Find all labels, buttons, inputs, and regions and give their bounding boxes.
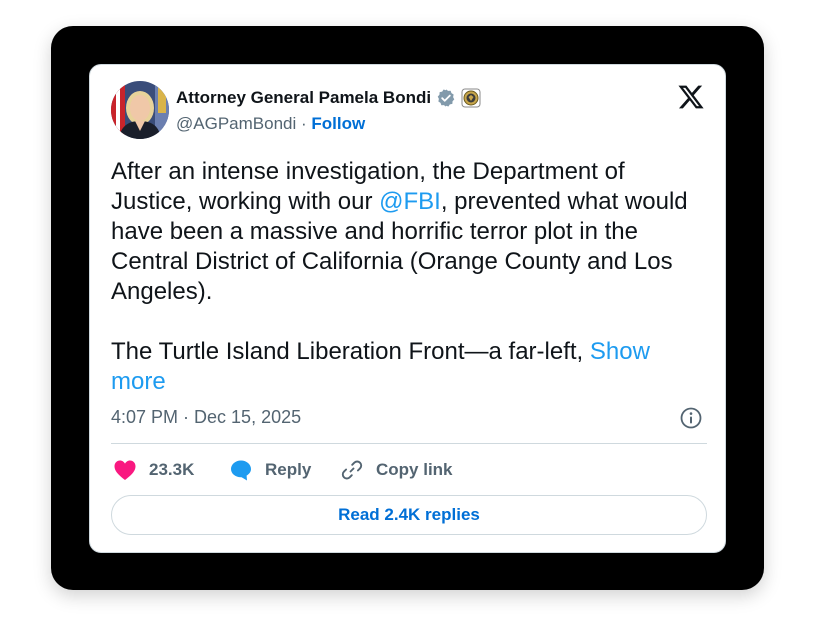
- avatar[interactable]: [111, 81, 169, 139]
- mention-link[interactable]: @FBI: [379, 188, 441, 215]
- doj-seal-icon: [461, 88, 481, 108]
- tweet-text: After an intense investigation, the Depa…: [111, 157, 711, 397]
- author-name[interactable]: Attorney General Pamela Bondi: [176, 88, 431, 108]
- reply-label: Reply: [265, 460, 312, 479]
- like-count: 23.3K: [149, 460, 195, 479]
- author-handle[interactable]: @AGPamBondi: [176, 114, 296, 133]
- handle-row: @AGPamBondi · Follow: [176, 114, 365, 134]
- heart-icon: [114, 460, 136, 480]
- follow-button[interactable]: Follow: [311, 114, 365, 133]
- separator-dot: ·: [301, 114, 307, 133]
- like-button[interactable]: 23.3K: [113, 457, 194, 483]
- reply-bubble-icon: [231, 460, 251, 481]
- copy-link-button[interactable]: Copy link: [340, 457, 453, 483]
- timestamp[interactable]: 4:07 PM · Dec 15, 2025: [111, 407, 301, 428]
- tweet-text-part-3: The Turtle Island Liberation Front—a far…: [111, 338, 590, 365]
- read-replies-button[interactable]: Read 2.4K replies: [111, 495, 707, 535]
- tweet-paragraph-2: The Turtle Island Liberation Front—a far…: [111, 337, 711, 397]
- verified-badge-icon: [436, 88, 456, 108]
- tweet-card: Attorney General Pamela Bondi @AGPamBond…: [89, 64, 726, 553]
- author-row: Attorney General Pamela Bondi: [176, 86, 481, 110]
- info-icon[interactable]: [679, 406, 703, 430]
- divider: [111, 443, 707, 444]
- reply-button[interactable]: Reply: [229, 457, 311, 483]
- x-logo-icon[interactable]: [677, 83, 705, 111]
- link-icon: [341, 460, 363, 480]
- tweet-paragraph-1: After an intense investigation, the Depa…: [111, 157, 711, 307]
- copy-link-label: Copy link: [376, 460, 453, 479]
